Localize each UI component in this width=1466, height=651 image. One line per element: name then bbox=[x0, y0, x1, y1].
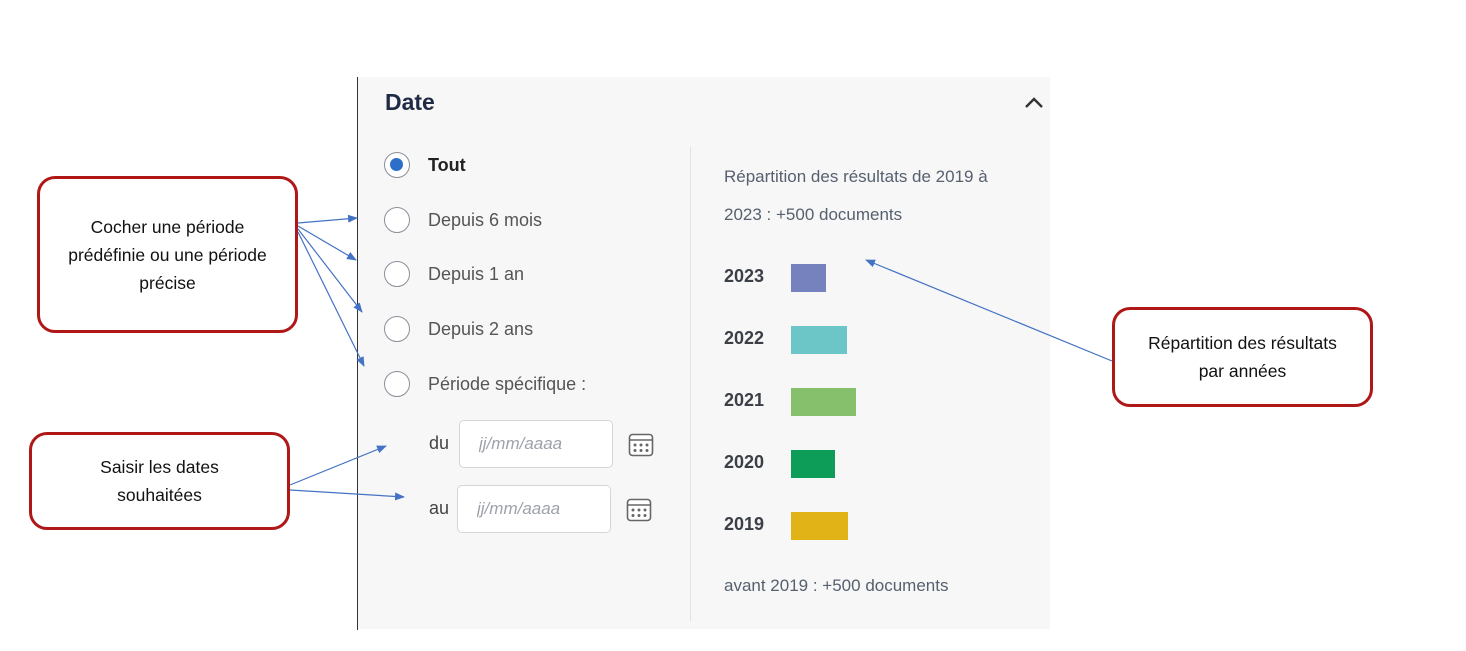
arrow-to-2-years bbox=[297, 228, 363, 313]
arrow-to-specific-period bbox=[297, 231, 365, 367]
annotation-arrows bbox=[289, 214, 1113, 501]
arrow-to-from-date bbox=[289, 445, 387, 486]
arrow-to-to-date bbox=[289, 489, 405, 501]
arrow-to-chart bbox=[865, 259, 1113, 362]
arrow-to-6-months bbox=[297, 214, 358, 224]
arrow-to-1-year bbox=[297, 225, 357, 261]
